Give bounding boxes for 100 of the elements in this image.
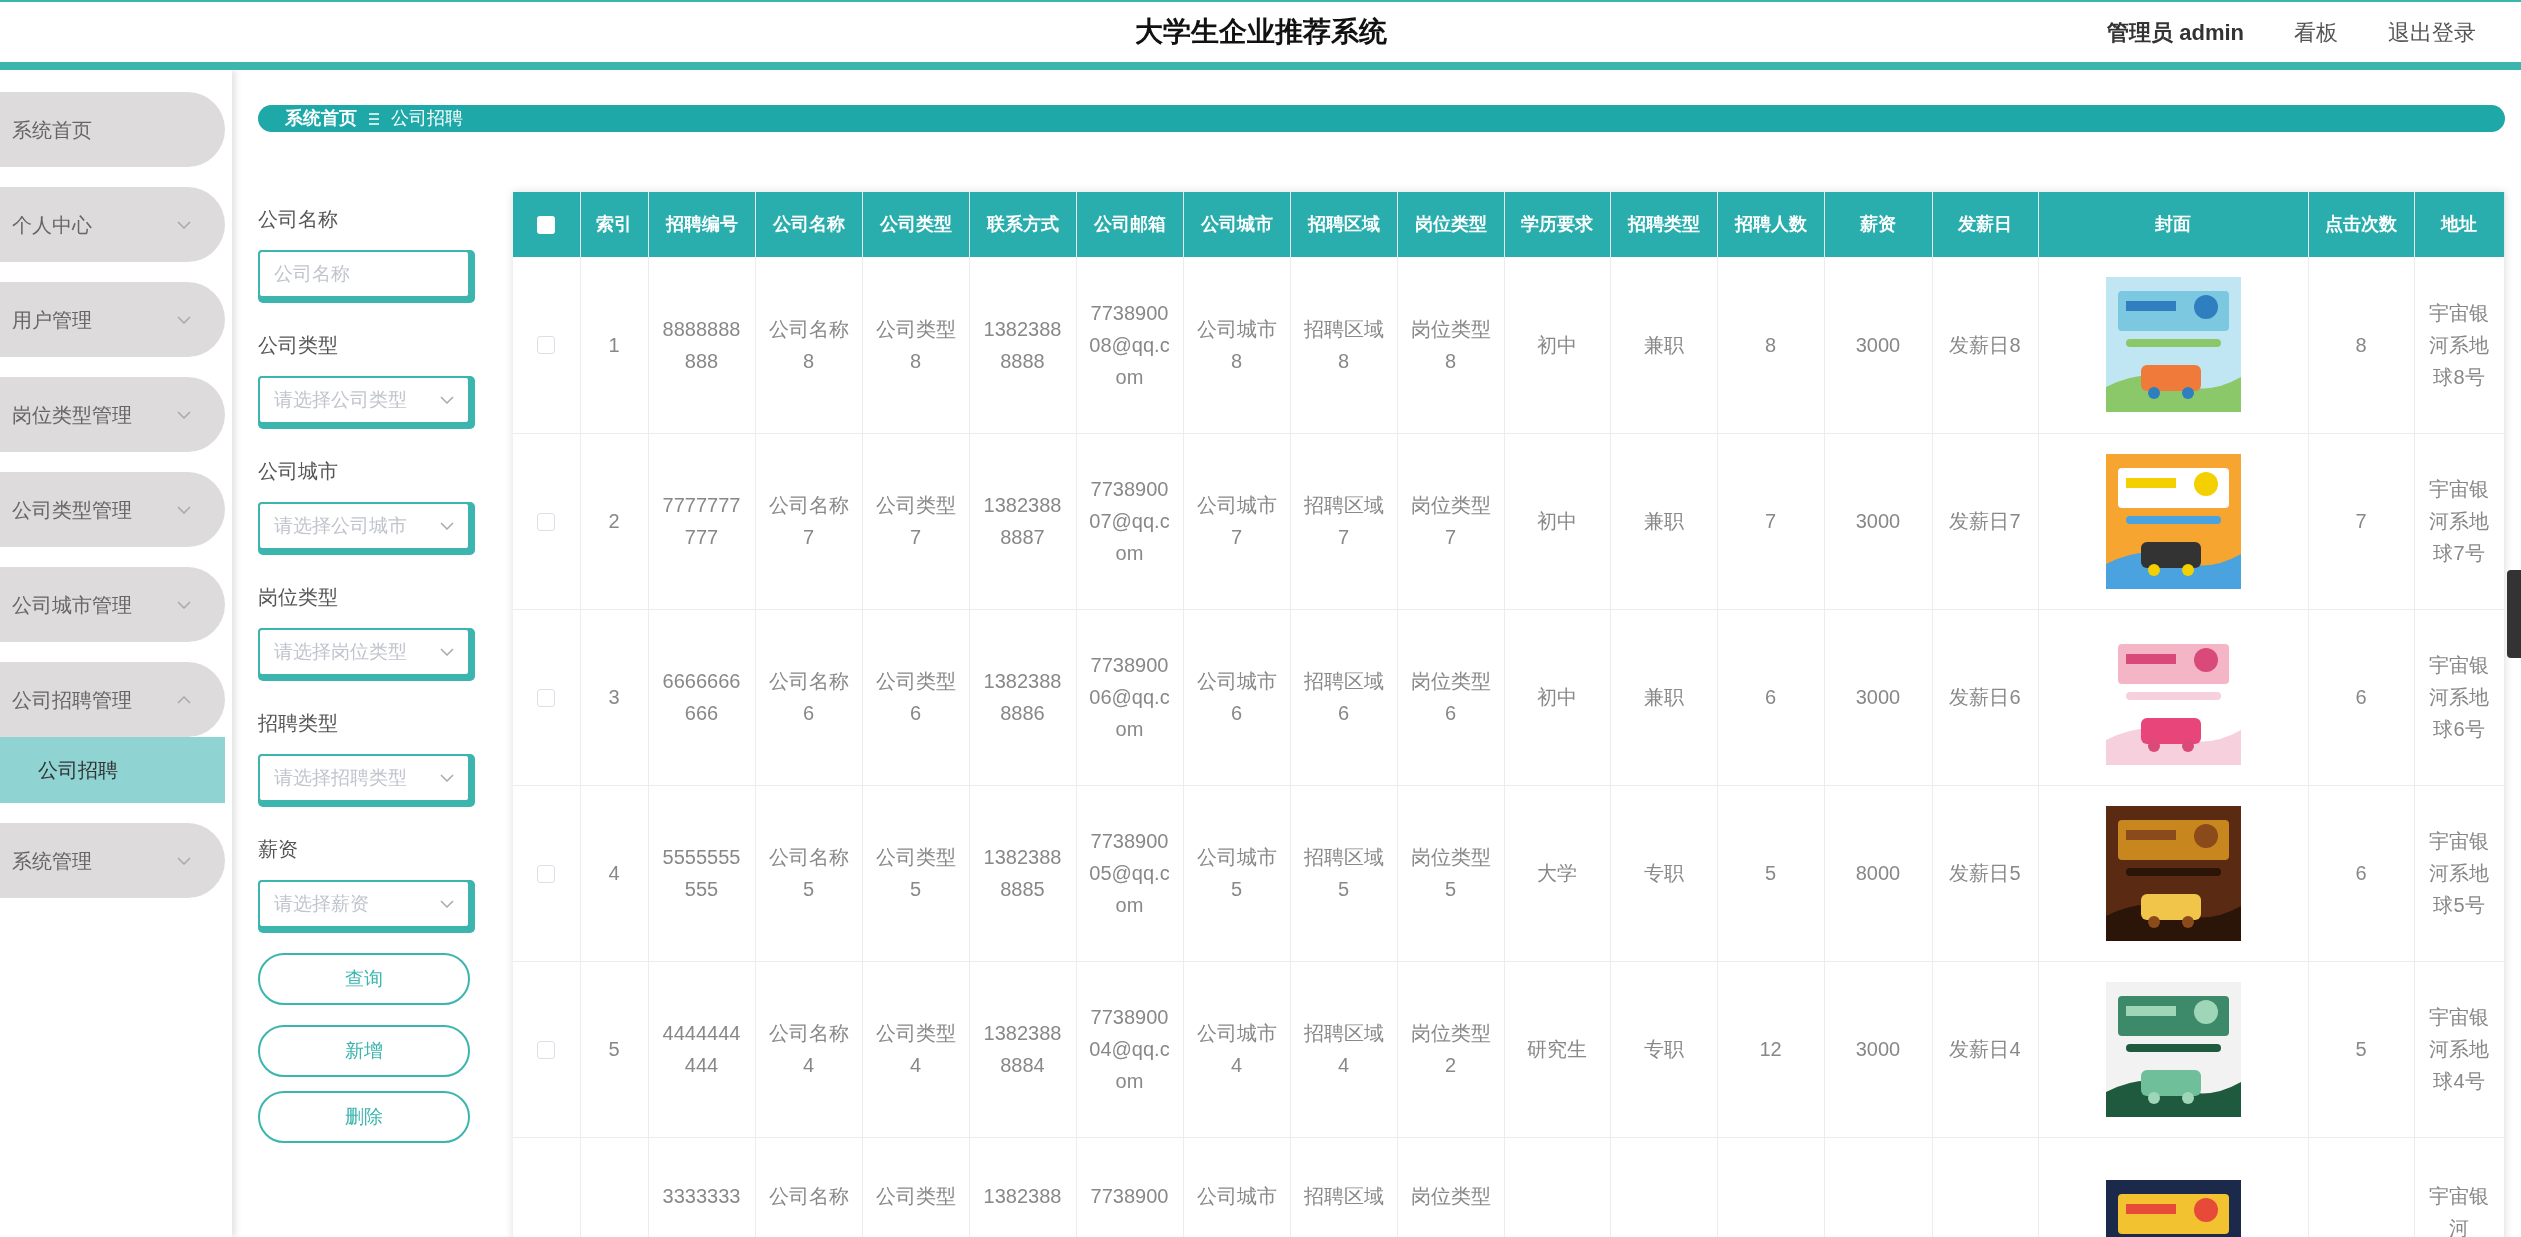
column-header: 公司城市 [1183, 192, 1290, 257]
table-cell-text: 公司类型5 [874, 845, 957, 902]
side-handle[interactable] [2507, 570, 2521, 658]
table-cell-text: 4444444444 [661, 1021, 742, 1078]
column-header: 发薪日 [1932, 192, 2038, 257]
table-cell-text: 1382388 [983, 1183, 1062, 1209]
sidebar-subitem[interactable]: 公司招聘 [0, 737, 225, 803]
column-header: 岗位类型 [1397, 192, 1504, 257]
action-button[interactable]: 查询 [258, 953, 470, 1005]
table-cell-text: 12 [1759, 1037, 1782, 1062]
header-link[interactable]: 退出登录 [2388, 15, 2476, 49]
table-cell-text: 公司城市 [1196, 1183, 1277, 1209]
app-title: 大学生企业推荐系统 [1134, 15, 1387, 49]
table-cell-text: 初中 [1537, 685, 1577, 710]
sidebar-item[interactable]: 岗位类型管理 [0, 377, 225, 452]
column-header: 薪资 [1824, 192, 1932, 257]
table-cell-text: 招聘区域 [1303, 1183, 1384, 1209]
chevron-down-icon [440, 774, 454, 782]
column-header: 学历要求 [1504, 192, 1610, 257]
breadcrumb-link[interactable]: 系统首页 [285, 105, 357, 132]
action-button[interactable]: 新增 [258, 1025, 470, 1077]
checkbox[interactable] [537, 336, 556, 355]
column-header: 招聘编号 [648, 192, 755, 257]
table-cell-text: 公司类型8 [874, 316, 957, 374]
sidebar-item[interactable]: 公司类型管理 [0, 472, 225, 547]
column-header: 索引 [580, 192, 648, 257]
input-field[interactable]: 公司名称 [258, 250, 475, 303]
column-header: 地址 [2414, 192, 2504, 257]
table-cell-text: 6666666666 [661, 669, 742, 726]
table-cell-text: 3000 [1855, 509, 1901, 534]
column-header: 公司邮箱 [1076, 192, 1183, 257]
sidebar-item[interactable]: 个人中心 [0, 187, 225, 262]
table-cell-text: 公司名称7 [767, 493, 850, 550]
table-cell-text: 岗位类型7 [1409, 493, 1492, 550]
table-cell-text: 岗位类型 [1410, 1183, 1491, 1209]
table-cell-text: 宇宙银河系地球8号 [2428, 300, 2490, 390]
table-cell-text: 3000 [1855, 1037, 1901, 1062]
table-cell-text: 专职 [1643, 1037, 1684, 1062]
table-cell-text: 公司城市8 [1195, 316, 1278, 374]
checkbox[interactable] [537, 864, 556, 883]
table-cell-text: 招聘区域4 [1302, 1021, 1385, 1078]
chevron-down-icon [440, 900, 454, 908]
table-cell-text: 3000 [1855, 685, 1901, 710]
table-cell-text: 发薪日8 [1949, 332, 2021, 358]
filter-label: 招聘类型 [258, 711, 339, 736]
table-cell-text: 公司城市6 [1195, 669, 1278, 726]
sidebar-item[interactable]: 公司城市管理 [0, 567, 225, 642]
filter-label: 薪资 [258, 837, 299, 862]
header-link[interactable]: 看板 [2294, 15, 2338, 49]
column-header: 公司名称 [755, 192, 862, 257]
table-cell-text: 岗位类型6 [1409, 669, 1492, 726]
checkbox[interactable] [537, 512, 556, 531]
table-cell-text: 7 [2355, 509, 2367, 534]
filter-label: 公司名称 [258, 207, 339, 232]
table-cell-text: 7738900 [1090, 1183, 1169, 1209]
sidebar-item[interactable]: 系统管理 [0, 823, 225, 898]
action-button[interactable]: 删除 [258, 1091, 470, 1143]
table-cell-text: 公司名称4 [767, 1021, 850, 1078]
table-cell-text: 兼职 [1643, 685, 1684, 710]
sidebar-item[interactable]: 公司招聘管理 [0, 662, 225, 737]
table-cell-text: 6 [2355, 685, 2367, 710]
table-cell-text: 8 [1764, 332, 1777, 358]
table-cell-text: 大学 [1537, 861, 1577, 886]
table-cell-text: 3 [608, 685, 620, 710]
table-cell-text: 公司类型 [875, 1183, 956, 1209]
sidebar-item[interactable]: 用户管理 [0, 282, 225, 357]
table-cell-text: 招聘区域8 [1302, 316, 1385, 374]
table-cell-text: 招聘区域6 [1302, 669, 1385, 726]
table-cell-text: 公司名称5 [767, 845, 850, 902]
table-cell-text: 公司名称8 [767, 316, 850, 374]
table-cell-text: 公司类型6 [874, 669, 957, 726]
table-cell-text: 3000 [1855, 332, 1901, 358]
chevron-down-icon [440, 396, 454, 404]
table-cell-text: 招聘区域5 [1302, 845, 1385, 902]
table-cell-text: 773890006@qq.com [1088, 653, 1171, 742]
table-cell-text: 公司城市4 [1195, 1021, 1278, 1078]
table-cell-text: 宇宙银河 [2428, 1183, 2490, 1237]
table-cell-text: 773890008@qq.com [1088, 300, 1171, 390]
table-cell-text: 专职 [1643, 861, 1684, 886]
table-cell-text: 5555555555 [661, 845, 742, 902]
table-cell-text: 7777777777 [661, 493, 742, 550]
checkbox[interactable] [537, 1040, 556, 1059]
table-cell-text: 773890005@qq.com [1088, 829, 1171, 918]
table-cell-text: 发薪日6 [1949, 685, 2021, 710]
sidebar-item[interactable]: 系统首页 [0, 92, 225, 167]
column-header: 招聘人数 [1717, 192, 1824, 257]
table-cell-text: 宇宙银河系地球6号 [2428, 653, 2490, 742]
checkbox[interactable] [537, 216, 556, 235]
checkbox[interactable] [537, 688, 556, 707]
table-cell-text: 5 [2355, 1037, 2367, 1062]
filter-label: 公司类型 [258, 333, 339, 358]
table-cell-text: 宇宙银河系地球4号 [2428, 1005, 2490, 1094]
table-cell-text: 初中 [1537, 332, 1577, 358]
table-cell-text: 8000 [1855, 861, 1901, 886]
table-cell-text: 1 [608, 332, 620, 358]
table-cell-text: 6 [2355, 861, 2367, 886]
breadcrumb-current: 公司招聘 [391, 107, 463, 130]
table-cell-text: 3333333 [662, 1183, 741, 1209]
table-cell-text: 发薪日4 [1949, 1037, 2021, 1062]
table-cell-text: 招聘区域7 [1302, 493, 1385, 550]
